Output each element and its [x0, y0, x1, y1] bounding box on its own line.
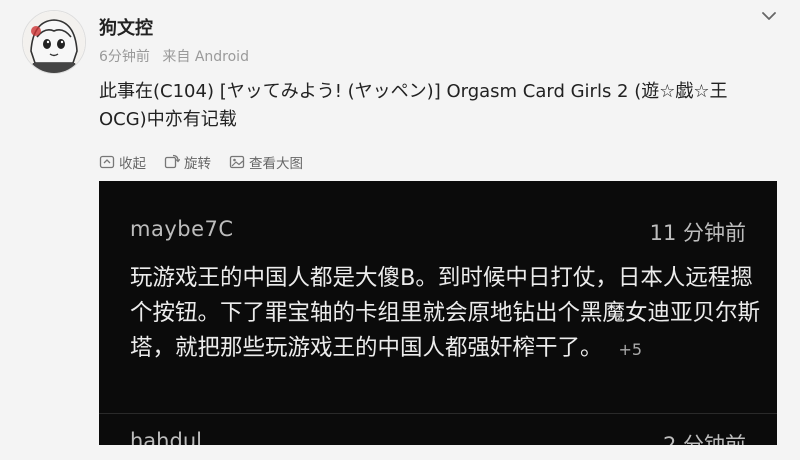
collapse-button[interactable]: 收起 — [99, 152, 146, 172]
view-large-label: 查看大图 — [249, 156, 303, 172]
collapse-label: 收起 — [119, 156, 146, 172]
next-comment-username: hahdul — [130, 429, 202, 445]
image-icon — [229, 155, 245, 169]
post-text: 此事在(C104) [ヤッてみよう! (ヤッペン)] Orgasm Card G… — [99, 81, 728, 130]
next-comment-time: 2 分钟前 — [662, 433, 746, 445]
comment-time: 11 分钟前 — [649, 221, 746, 245]
post-source: 来自 Android — [162, 49, 249, 65]
rotate-icon — [164, 154, 180, 169]
avatar[interactable] — [22, 10, 86, 74]
post-meta: 6分钟前 来自 Android — [99, 46, 249, 66]
image-actions: 收起 旋转 查看大图 — [99, 152, 303, 172]
anime-avatar-icon — [23, 11, 85, 73]
comment-body: 玩游戏王的中国人都是大傻B。到时候中日打仗，日本人远程摁个按钮。下了罪宝轴的卡组… — [130, 261, 760, 367]
rotate-button[interactable]: 旋转 — [164, 152, 211, 172]
collapse-icon — [99, 155, 115, 169]
chevron-down-icon[interactable] — [759, 6, 779, 26]
comment-text: 玩游戏王的中国人都是大傻B。到时候中日打仗，日本人远程摁个按钮。下了罪宝轴的卡组… — [130, 265, 761, 361]
comment-username: maybe7C — [130, 217, 234, 241]
reaction-count: +5 — [618, 340, 643, 359]
attached-screenshot[interactable]: maybe7C 11 分钟前 玩游戏王的中国人都是大傻B。到时候中日打仗，日本人… — [99, 181, 777, 445]
comment-divider — [99, 413, 777, 414]
post-time: 6分钟前 — [99, 49, 150, 65]
rotate-label: 旋转 — [184, 156, 211, 172]
author-name[interactable]: 狗文控 — [99, 14, 153, 40]
view-large-button[interactable]: 查看大图 — [229, 152, 303, 172]
